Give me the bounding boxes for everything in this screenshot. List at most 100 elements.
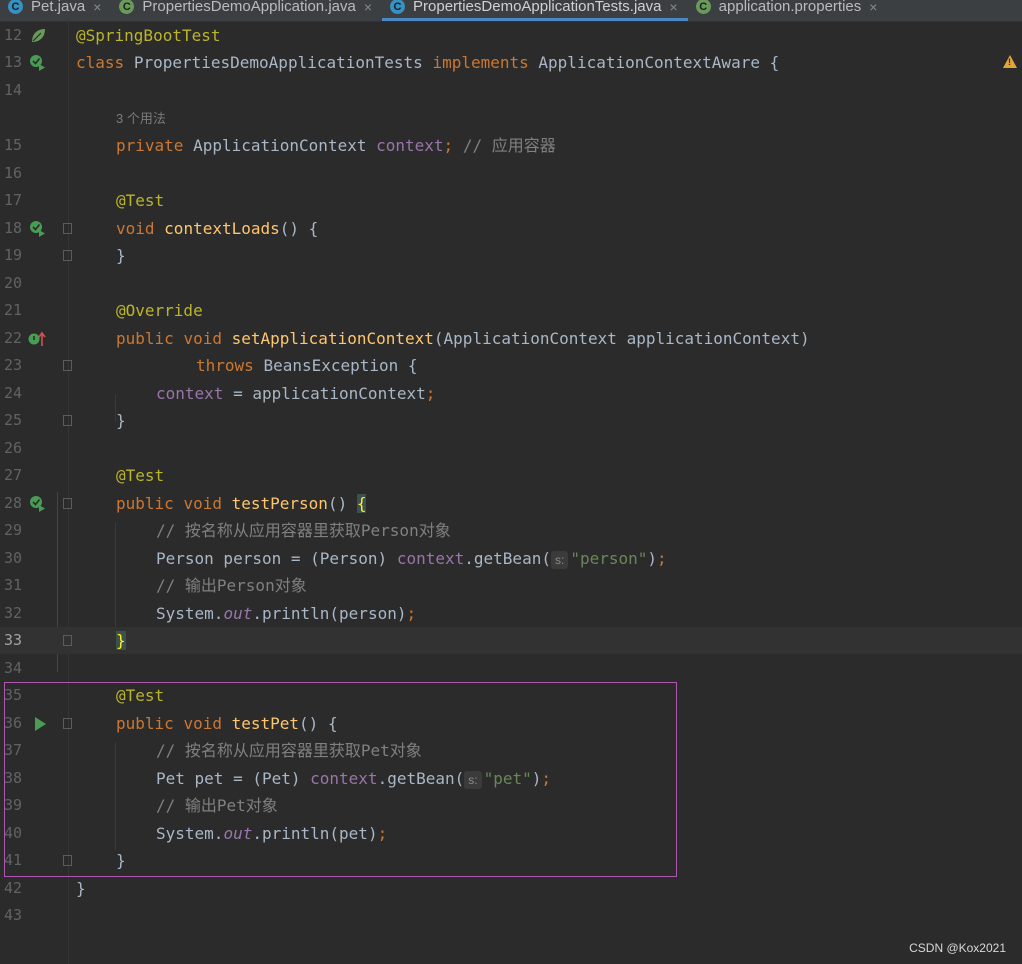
code-line: 17 @Test: [0, 187, 1022, 214]
tab-application-properties[interactable]: C application.properties ×: [688, 0, 888, 21]
fold-marker[interactable]: [63, 250, 72, 261]
line-number: 24: [4, 384, 23, 402]
code-text: @Test: [116, 466, 165, 485]
code-text: @SpringBootTest: [76, 26, 221, 45]
parameter-hint: s:: [550, 551, 569, 569]
close-icon[interactable]: ×: [364, 0, 372, 15]
line-number: 33: [4, 631, 23, 649]
fold-marker[interactable]: [63, 223, 72, 234]
code-line: 29 // 按名称从应用容器里获取Person对象: [0, 517, 1022, 544]
fold-marker[interactable]: [63, 498, 72, 509]
tab-label: Pet.java: [31, 0, 86, 15]
line-number: 21: [4, 301, 23, 319]
code-line: 31 // 输出Person对象: [0, 572, 1022, 599]
line-number: 18: [4, 219, 23, 237]
code-text: // 按名称从应用容器里获取Person对象: [156, 521, 451, 540]
line-number: 42: [4, 879, 23, 897]
implements-method-icon[interactable]: [28, 330, 46, 348]
run-test-icon[interactable]: [29, 220, 47, 238]
fold-marker[interactable]: [63, 415, 72, 426]
code-text: void contextLoads() {: [116, 219, 319, 238]
code-line: 22 public void setApplicationContext(App…: [0, 325, 1022, 352]
code-text: @Override: [116, 301, 203, 320]
code-line: 27 @Test: [0, 462, 1022, 489]
code-text: private ApplicationContext context; // 应…: [116, 136, 556, 155]
class-icon: C: [8, 0, 23, 14]
fold-marker[interactable]: [63, 360, 72, 371]
close-icon[interactable]: ×: [93, 0, 101, 15]
line-number: 28: [4, 494, 23, 512]
code-line: 16: [0, 160, 1022, 187]
code-line: 42 }: [0, 875, 1022, 902]
line-number: 13: [4, 53, 23, 71]
tab-label: PropertiesDemoApplicationTests.java: [413, 0, 662, 15]
code-text: }: [116, 631, 126, 650]
line-number: 31: [4, 576, 23, 594]
code-text: }: [116, 411, 126, 430]
code-line: 15 private ApplicationContext context; /…: [0, 132, 1022, 159]
code-text: public void testPerson() {: [116, 494, 367, 513]
annotation-highlight-box: [4, 682, 677, 877]
run-tests-icon[interactable]: [29, 54, 47, 72]
line-number: 12: [4, 26, 23, 44]
line-number: 34: [4, 659, 23, 677]
code-line: 43: [0, 902, 1022, 929]
code-line: 26: [0, 435, 1022, 462]
line-number: 32: [4, 604, 23, 622]
code-line: 12 @SpringBootTest: [0, 22, 1022, 49]
class-icon: C: [390, 0, 406, 14]
line-number: 14: [4, 81, 23, 99]
spring-bean-icon[interactable]: [29, 27, 47, 45]
code-line: 18 void contextLoads() {: [0, 215, 1022, 242]
code-line: 21 @Override: [0, 297, 1022, 324]
line-number: 20: [4, 274, 23, 292]
editor-tab-bar: C Pet.java × C PropertiesDemoApplication…: [0, 0, 1022, 22]
line-number: 17: [4, 191, 23, 209]
code-text: Person person = (Person) context.getBean…: [156, 549, 667, 569]
close-icon[interactable]: ×: [669, 0, 677, 15]
code-text: class PropertiesDemoApplicationTests imp…: [76, 53, 780, 72]
tab-pet-java[interactable]: C Pet.java ×: [0, 0, 111, 21]
code-text: context = applicationContext;: [156, 384, 436, 403]
tab-propertiesdemoapplication-java[interactable]: C PropertiesDemoApplication.java ×: [111, 0, 382, 21]
line-number: 19: [4, 246, 23, 264]
line-number: 16: [4, 164, 23, 182]
code-line: 32 System.out.println(person);: [0, 600, 1022, 627]
line-number: 27: [4, 466, 23, 484]
line-number: 15: [4, 136, 23, 154]
code-line: 30 Person person = (Person) context.getB…: [0, 545, 1022, 572]
code-text: }: [116, 246, 126, 265]
watermark: CSDN @Kox2021: [909, 941, 1006, 955]
line-number: 30: [4, 549, 23, 567]
line-number: 29: [4, 521, 23, 539]
code-line: 19 }: [0, 242, 1022, 269]
code-text: throws BeansException {: [196, 356, 418, 375]
spring-properties-icon: C: [695, 0, 711, 14]
code-text: }: [76, 879, 86, 898]
code-line: 28 public void testPerson() {: [0, 490, 1022, 517]
code-line: 25 }: [0, 407, 1022, 434]
close-icon[interactable]: ×: [869, 0, 877, 15]
run-test-icon[interactable]: [29, 495, 47, 513]
code-text: public void setApplicationContext(Applic…: [116, 329, 810, 348]
usages-hint[interactable]: 3 个用法: [116, 105, 166, 132]
code-line: 34: [0, 655, 1022, 682]
tab-label: application.properties: [718, 0, 862, 15]
spring-class-icon: C: [119, 0, 135, 14]
code-line-current: 33 }: [0, 627, 1022, 654]
code-line: 13 class PropertiesDemoApplicationTests …: [0, 49, 1022, 76]
tab-label: PropertiesDemoApplication.java: [142, 0, 356, 15]
code-text: @Test: [116, 191, 165, 210]
line-number: 23: [4, 356, 23, 374]
line-number: 25: [4, 411, 23, 429]
code-text: System.out.println(person);: [156, 604, 417, 623]
fold-marker[interactable]: [63, 635, 72, 646]
code-text: // 输出Person对象: [156, 576, 307, 595]
warning-icon[interactable]: [1003, 55, 1017, 68]
code-line: 20: [0, 270, 1022, 297]
code-line: 23 throws BeansException {: [0, 352, 1022, 379]
line-number: 43: [4, 906, 23, 924]
tab-propertiesdemoapplicationtests-java[interactable]: C PropertiesDemoApplicationTests.java ×: [382, 0, 688, 21]
line-number: 26: [4, 439, 23, 457]
code-line: 14: [0, 77, 1022, 104]
